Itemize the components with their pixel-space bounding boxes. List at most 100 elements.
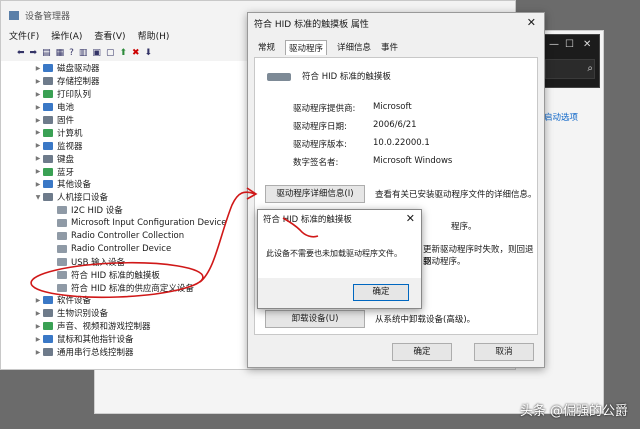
field-label: 驱动程序版本: — [293, 140, 347, 150]
tree-item[interactable]: Microsoft Input Configuration Device — [1, 217, 247, 230]
keyboard-icon — [43, 154, 53, 163]
storage-icon — [43, 77, 53, 86]
tree-item[interactable]: ▶ 鼠标和其他指针设备 — [1, 333, 247, 346]
sound-icon — [43, 322, 53, 331]
chevron-right-icon[interactable]: ▶ — [33, 78, 43, 85]
tab-driver[interactable]: 驱动程序 — [285, 39, 328, 55]
tab-events[interactable]: 事件 — [381, 41, 398, 53]
tree-item-label: 生物识别设备 — [57, 309, 109, 320]
tree-item-label: 符合 HID 标准的供应商定义设备 — [71, 283, 194, 294]
menu-file[interactable]: 文件(F) — [9, 29, 39, 44]
properties-icon[interactable]: ▦ — [56, 48, 65, 58]
tree-item-label: 存储控制器 — [57, 77, 100, 88]
forward-icon[interactable]: ➡ — [30, 48, 38, 58]
enable-device-icon[interactable]: ⬆ — [119, 48, 127, 58]
hid-device-icon — [57, 283, 67, 292]
tree-item[interactable]: ▼ 人机接口设备 — [1, 191, 247, 204]
chevron-right-icon[interactable]: ▶ — [33, 297, 43, 304]
message-dialog: 符合 HID 标准的触摸板 ✕ 此设备不需要也未加载驱动程序文件。 确定 — [257, 209, 422, 309]
chevron-right-icon[interactable]: ▶ — [33, 168, 43, 175]
tree-item-label: 其他设备 — [57, 180, 92, 191]
computer-icon — [43, 128, 53, 137]
tree-item[interactable]: ▶ 计算机 — [1, 126, 247, 139]
tab-general[interactable]: 常规 — [258, 41, 275, 53]
tree-item-label: 磁盘驱动器 — [57, 64, 100, 75]
chevron-right-icon[interactable]: ▶ — [33, 310, 43, 317]
message-ok-button[interactable]: 确定 — [353, 284, 409, 301]
back-icon[interactable]: ⬅ — [17, 48, 25, 58]
tree-view-icon[interactable]: ▤ — [42, 48, 51, 58]
tree-item-label: Radio Controller Collection — [71, 231, 185, 242]
chevron-down-icon[interactable]: ▼ — [33, 194, 43, 201]
tree-item[interactable]: ▶ 固件 — [1, 114, 247, 127]
tree-item[interactable]: ▶ 电池 — [1, 101, 247, 114]
bluetooth-icon — [43, 167, 53, 176]
chevron-right-icon[interactable]: ▶ — [33, 91, 43, 98]
minimize-icon[interactable]: — — [549, 39, 559, 50]
uninstall-device-button[interactable]: 卸载设备(U) — [265, 310, 365, 328]
tree-item[interactable]: 符合 HID 标准的触摸板 — [1, 268, 247, 281]
tree-item[interactable]: ▶ 通用串行总线控制器 — [1, 346, 247, 359]
tree-item-label: USB 输入设备 — [71, 257, 126, 268]
help-icon[interactable]: ? — [69, 48, 74, 58]
chevron-right-icon[interactable]: ▶ — [33, 104, 43, 111]
tree-item[interactable]: USB 输入设备 — [1, 255, 247, 268]
search-icon[interactable]: ⌕ — [587, 63, 593, 74]
tree-item[interactable]: Radio Controller Collection — [1, 230, 247, 243]
driver-details-desc: 查看有关已安装驱动程序文件的详细信息。 — [375, 190, 537, 200]
menu-help[interactable]: 帮助(H) — [138, 29, 170, 44]
message-title: 符合 HID 标准的触摸板 — [258, 210, 421, 228]
chevron-right-icon[interactable]: ▶ — [33, 65, 43, 72]
tree-item-label: Microsoft Input Configuration Device — [71, 218, 227, 229]
field-value: 10.0.22000.1 — [373, 138, 430, 148]
update-driver-icon[interactable]: ▣ — [92, 48, 101, 58]
startup-options-link[interactable]: 启动选项 — [544, 111, 578, 123]
hid-device-icon — [57, 244, 67, 253]
chevron-right-icon[interactable]: ▶ — [33, 129, 43, 136]
tree-item[interactable]: ▶ 存储控制器 — [1, 75, 247, 88]
touchpad-icon — [267, 73, 291, 81]
chevron-right-icon[interactable]: ▶ — [33, 349, 43, 356]
list-icon[interactable]: ▥ — [79, 48, 88, 58]
download-icon[interactable]: ⬇ — [145, 48, 153, 58]
tree-item-label: 蓝牙 — [57, 167, 75, 178]
tree-item[interactable]: I2C HID 设备 — [1, 204, 247, 217]
tree-item[interactable]: ▶ 生物识别设备 — [1, 307, 247, 320]
tree-item[interactable]: 符合 HID 标准的供应商定义设备 — [1, 281, 247, 294]
tree-item[interactable]: ▶ 键盘 — [1, 152, 247, 165]
ok-button[interactable]: 确定 — [392, 343, 452, 361]
tree-item-label: Radio Controller Device — [71, 243, 172, 254]
close-icon[interactable]: ✕ — [583, 39, 591, 50]
driver-details-button[interactable]: 驱动程序详细信息(I) — [265, 185, 365, 203]
uninstall-icon[interactable]: ✖ — [132, 48, 140, 58]
scan-hardware-icon[interactable]: ▢ — [106, 48, 115, 58]
tree-item[interactable]: ▶ 其他设备 — [1, 178, 247, 191]
tree-item[interactable]: ▶ 打印队列 — [1, 88, 247, 101]
tree-item[interactable]: Radio Controller Device — [1, 242, 247, 255]
tree-item[interactable]: ▶ 声音、视频和游戏控制器 — [1, 320, 247, 333]
menu-action[interactable]: 操作(A) — [51, 29, 82, 44]
menu-view[interactable]: 查看(V) — [94, 29, 125, 44]
biometric-icon — [43, 309, 53, 318]
tree-item[interactable]: ▶ 监视器 — [1, 139, 247, 152]
message-text: 此设备不需要也未加载驱动程序文件。 — [266, 249, 402, 258]
tree-item[interactable]: ▶ 磁盘驱动器 — [1, 62, 247, 75]
software-device-icon — [43, 296, 53, 305]
chevron-right-icon[interactable]: ▶ — [33, 323, 43, 330]
chevron-right-icon[interactable]: ▶ — [33, 117, 43, 124]
close-icon[interactable]: ✕ — [406, 212, 415, 225]
tab-details[interactable]: 详细信息 — [337, 41, 371, 53]
chevron-right-icon[interactable]: ▶ — [33, 142, 43, 149]
chevron-right-icon[interactable]: ▶ — [33, 181, 43, 188]
close-icon[interactable]: ✕ — [527, 16, 536, 29]
chevron-right-icon[interactable]: ▶ — [33, 336, 43, 343]
cancel-button[interactable]: 取消 — [474, 343, 534, 361]
chevron-right-icon[interactable]: ▶ — [33, 155, 43, 162]
tree-item-label: 通用串行总线控制器 — [57, 348, 134, 359]
tree-item-label: 鼠标和其他指针设备 — [57, 335, 134, 346]
tree-item[interactable]: ▶ 软件设备 — [1, 294, 247, 307]
tree-item-label: I2C HID 设备 — [71, 206, 123, 217]
maximize-icon[interactable]: ☐ — [565, 39, 574, 50]
device-manager-title: 设备管理器 — [25, 11, 71, 22]
tree-item[interactable]: ▶ 蓝牙 — [1, 165, 247, 178]
